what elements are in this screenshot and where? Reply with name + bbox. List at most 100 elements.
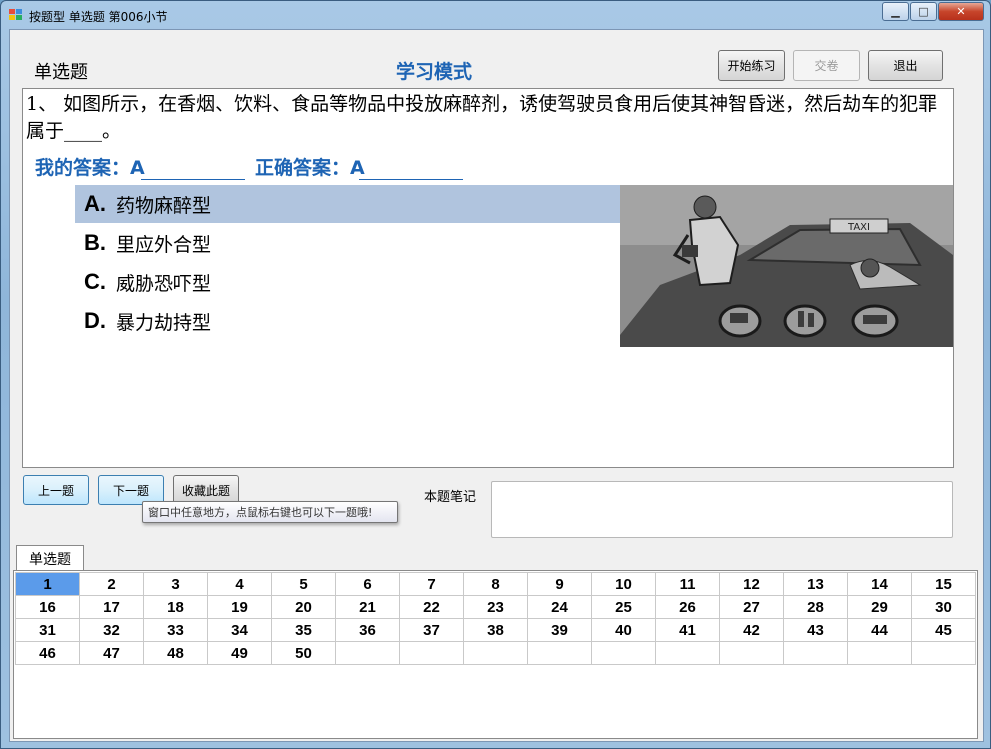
empty-cell	[335, 641, 400, 665]
question-illustration: TAXI	[620, 185, 953, 347]
option-a[interactable]: A. 药物麻醉型	[75, 185, 621, 223]
app-icon	[9, 9, 23, 21]
grid-row: 1 2 3 4 5 6 7 8 9 10 11 12 13 14 15	[15, 572, 976, 596]
prev-question-button[interactable]: 上一题	[23, 475, 89, 505]
question-cell[interactable]: 5	[271, 572, 336, 596]
question-cell[interactable]: 38	[463, 618, 528, 642]
option-d-text: 暴力劫持型	[116, 311, 212, 334]
submit-exam-button[interactable]: 交卷	[793, 50, 860, 81]
question-cell[interactable]: 18	[143, 595, 208, 619]
option-d-letter: D.	[84, 308, 106, 333]
minimize-button[interactable]: ▁	[882, 2, 909, 21]
question-cell[interactable]: 17	[79, 595, 144, 619]
question-cell[interactable]: 4	[207, 572, 272, 596]
question-cell[interactable]: 28	[783, 595, 848, 619]
my-answer-label: 我的答案：A	[35, 157, 145, 179]
question-cell[interactable]: 45	[911, 618, 976, 642]
notes-label: 本题笔记	[424, 490, 477, 505]
question-cell[interactable]: 3	[143, 572, 208, 596]
question-cell[interactable]: 22	[399, 595, 464, 619]
question-cell[interactable]: 16	[15, 595, 80, 619]
empty-cell	[463, 641, 528, 665]
question-cell[interactable]: 41	[655, 618, 720, 642]
option-c[interactable]: C. 威胁恐吓型	[75, 263, 621, 301]
grid-row: 16 17 18 19 20 21 22 23 24 25 26 27 28 29 30	[15, 595, 976, 619]
question-cell[interactable]: 27	[719, 595, 784, 619]
empty-cell	[591, 641, 656, 665]
taxi-sign: TAXI	[847, 222, 870, 233]
question-cell[interactable]: 6	[335, 572, 400, 596]
question-cell[interactable]: 23	[463, 595, 528, 619]
close-button[interactable]: ✕	[938, 2, 984, 21]
question-cell[interactable]: 32	[79, 618, 144, 642]
exit-button[interactable]: 退出	[868, 50, 943, 81]
option-b-text: 里应外合型	[116, 233, 212, 256]
empty-cell	[783, 641, 848, 665]
question-cell[interactable]: 49	[207, 641, 272, 665]
question-cell[interactable]: 10	[591, 572, 656, 596]
option-a-text: 药物麻醉型	[116, 194, 212, 217]
empty-cell	[719, 641, 784, 665]
question-cell[interactable]: 36	[335, 618, 400, 642]
question-cell[interactable]: 39	[527, 618, 592, 642]
empty-cell	[847, 641, 912, 665]
option-a-letter: A.	[84, 191, 106, 216]
option-c-letter: C.	[84, 269, 106, 294]
grid-row: 46 47 48 49 50	[15, 641, 976, 665]
question-cell[interactable]: 37	[399, 618, 464, 642]
client-area: 单选题 学习模式 开始练习 交卷 退出 1、 如图所示，在香烟、饮料、食品等物品…	[9, 29, 984, 742]
question-grid-panel: 1 2 3 4 5 6 7 8 9 10 11 12 13 14 15 16 17 18 19 20 21 22 23 24 2…	[13, 570, 978, 739]
start-practice-button[interactable]: 开始练习	[718, 50, 785, 81]
question-cell[interactable]: 30	[911, 595, 976, 619]
question-cell[interactable]: 33	[143, 618, 208, 642]
empty-cell	[399, 641, 464, 665]
maximize-button[interactable]: □	[910, 2, 937, 21]
question-cell[interactable]: 13	[783, 572, 848, 596]
question-cell[interactable]: 15	[911, 572, 976, 596]
option-b-letter: B.	[84, 230, 106, 255]
question-cell[interactable]: 2	[79, 572, 144, 596]
correct-answer-underline	[359, 179, 463, 180]
question-cell[interactable]: 31	[15, 618, 80, 642]
question-cell[interactable]: 47	[79, 641, 144, 665]
question-panel: 1、 如图所示，在香烟、饮料、食品等物品中投放麻醉剂，诱使驾驶员食用后使其神智昏…	[22, 88, 954, 468]
question-cell[interactable]: 12	[719, 572, 784, 596]
question-cell[interactable]: 43	[783, 618, 848, 642]
question-cell[interactable]: 25	[591, 595, 656, 619]
notes-input[interactable]	[491, 481, 953, 538]
question-cell[interactable]: 14	[847, 572, 912, 596]
question-grid: 1 2 3 4 5 6 7 8 9 10 11 12 13 14 15 16 17 18 19 20 21 22 23 24 2…	[15, 572, 976, 665]
grid-row: 31 32 33 34 35 36 37 38 39 40 41 42 43 44 45	[15, 618, 976, 642]
question-cell[interactable]: 19	[207, 595, 272, 619]
my-answer-underline	[141, 179, 245, 180]
question-cell[interactable]: 40	[591, 618, 656, 642]
question-cell[interactable]: 9	[527, 572, 592, 596]
question-cell[interactable]: 42	[719, 618, 784, 642]
empty-cell	[527, 641, 592, 665]
option-c-text: 威胁恐吓型	[116, 272, 212, 295]
question-cell[interactable]: 48	[143, 641, 208, 665]
tooltip: 窗口中任意地方，点鼠标右键也可以下一题哦!	[142, 501, 398, 523]
question-cell[interactable]: 29	[847, 595, 912, 619]
question-cell[interactable]: 44	[847, 618, 912, 642]
correct-answer-label: 正确答案：A	[255, 157, 365, 179]
option-b[interactable]: B. 里应外合型	[75, 224, 621, 262]
app-window: 按题型 单选题 第006小节 ▁ □ ✕ 单选题 学习模式 开始练习 交卷 退出…	[0, 0, 991, 749]
question-cell[interactable]: 8	[463, 572, 528, 596]
question-cell[interactable]: 35	[271, 618, 336, 642]
tab-single-choice[interactable]: 单选题	[16, 545, 84, 571]
question-cell[interactable]: 1	[15, 572, 80, 596]
question-cell[interactable]: 21	[335, 595, 400, 619]
question-text: 1、 如图所示，在香烟、饮料、食品等物品中投放麻醉剂，诱使驾驶员食用后使其神智昏…	[26, 93, 938, 142]
question-cell[interactable]: 50	[271, 641, 336, 665]
question-cell[interactable]: 46	[15, 641, 80, 665]
question-cell[interactable]: 11	[655, 572, 720, 596]
window-title: 按题型 单选题 第006小节	[29, 10, 168, 24]
option-d[interactable]: D. 暴力劫持型	[75, 302, 621, 340]
title-bar[interactable]: 按题型 单选题 第006小节 ▁ □ ✕	[1, 1, 990, 29]
question-cell[interactable]: 34	[207, 618, 272, 642]
question-cell[interactable]: 20	[271, 595, 336, 619]
question-cell[interactable]: 24	[527, 595, 592, 619]
question-cell[interactable]: 7	[399, 572, 464, 596]
question-cell[interactable]: 26	[655, 595, 720, 619]
